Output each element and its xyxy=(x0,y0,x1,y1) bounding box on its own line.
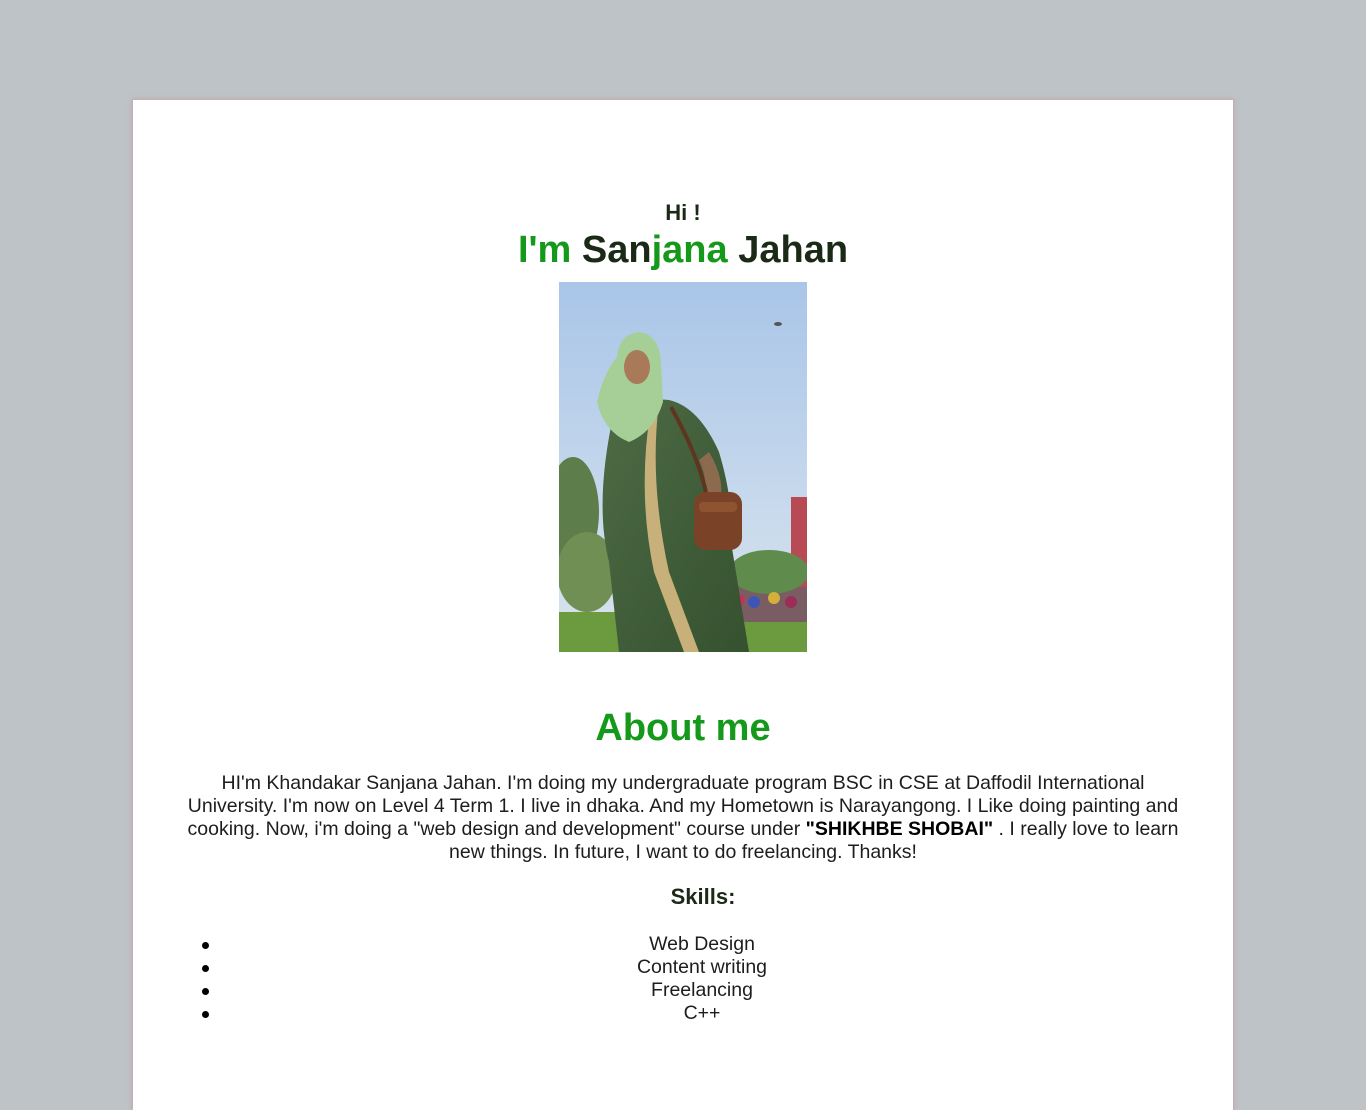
skills-heading: Skills: xyxy=(670,884,736,909)
list-item: Content writing xyxy=(202,956,1202,979)
bullet-icon xyxy=(202,988,209,995)
profile-card: Hi ! I'm Sanjana Jahan About me HI'm Kha… xyxy=(133,100,1233,1110)
skills-list: Web Design Content writing Freelancing C… xyxy=(202,933,1202,1025)
profile-photo xyxy=(559,282,807,652)
list-item: Web Design xyxy=(202,933,1202,956)
about-heading: About me xyxy=(595,707,771,749)
skill-label: Content writing xyxy=(636,956,768,978)
skill-label: Freelancing xyxy=(651,979,753,1001)
name-san: San xyxy=(581,229,652,271)
bullet-icon xyxy=(202,942,209,949)
list-item: Freelancing xyxy=(202,979,1202,1002)
name-im: I'm xyxy=(517,229,572,271)
name-jana: jana xyxy=(651,229,728,271)
course-name: "SHIKHBE SHOBAI" xyxy=(805,818,994,840)
bullet-icon xyxy=(202,965,209,972)
skill-label: C++ xyxy=(683,1002,721,1024)
greeting-heading: Hi ! xyxy=(665,200,701,225)
name-heading: I'm Sanjana Jahan xyxy=(133,228,1233,272)
skill-label: Web Design xyxy=(649,933,755,955)
list-item: C++ xyxy=(202,1002,1202,1025)
name-jahan: Jahan xyxy=(738,229,849,271)
bullet-icon xyxy=(202,1011,209,1018)
about-paragraph: HI'm Khandakar Sanjana Jahan. I'm doing … xyxy=(187,772,1179,864)
